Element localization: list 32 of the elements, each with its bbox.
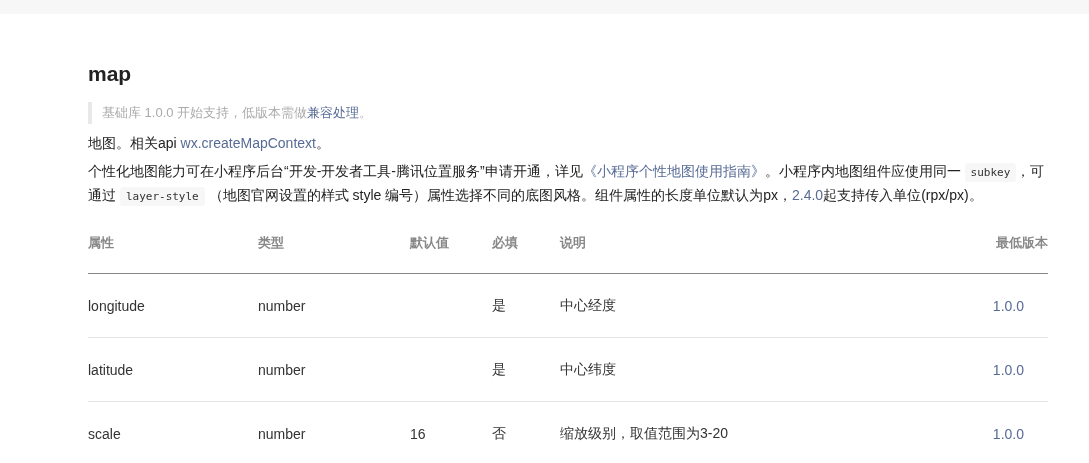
table-cell-text: 缩放级别，取值范围为3-20 <box>560 424 730 443</box>
column-header: 默认值 <box>410 234 450 252</box>
table-cell-text: number <box>258 425 307 442</box>
version-link[interactable]: 1.0.0 <box>992 425 1024 442</box>
inline-code: subkey <box>964 163 1017 182</box>
table-cell-text: 16 <box>410 425 427 442</box>
link[interactable]: 兼容处理 <box>307 105 360 120</box>
column-header: 最低版本 <box>996 234 1048 252</box>
link[interactable]: 2.4.0 <box>792 187 824 203</box>
column-header: 类型 <box>258 234 285 252</box>
link[interactable]: 《小程序个性地图使用指南》 <box>582 163 765 179</box>
link[interactable]: wx.createMapContext <box>180 135 316 151</box>
support-note: 基础库 1.0.0 开始支持，低版本需做兼容处理。 <box>88 102 1048 124</box>
table-cell-text: 否 <box>492 424 507 443</box>
page-title: map <box>88 61 133 87</box>
table-cell-text: 是 <box>492 360 507 379</box>
table-cell-text: longitude <box>88 297 146 314</box>
table-cell-text: 中心经度 <box>560 296 617 315</box>
table-cell-text: scale <box>88 425 122 442</box>
column-header: 说明 <box>560 234 587 252</box>
table-cell-text: 是 <box>492 296 507 315</box>
column-header: 必填 <box>492 234 519 252</box>
table-cell-text: 中心纬度 <box>560 360 617 379</box>
version-link[interactable]: 1.0.0 <box>992 361 1024 378</box>
inline-code: layer-style <box>119 187 205 206</box>
paragraph: 个性化地图能力可在小程序后台“开发-开发者工具-腾讯位置服务”申请开通，详见《小程序个性地图使用指南》。小程序内地图组件应使用同一 subkey ，可通过 layer-style （地图官网设置的样式 style 编号）属性选择不同的底图风格。组件属性的长度单位默认为px，2.4.0起支持传入单位(rpx/px)。 <box>88 160 1048 208</box>
version-link[interactable]: 1.0.0 <box>992 297 1024 314</box>
table-cell-text: number <box>258 297 307 314</box>
column-header: 属性 <box>88 234 115 252</box>
table-cell-text: latitude <box>88 361 135 378</box>
table-cell-text: number <box>258 361 307 378</box>
paragraph: 地图。相关api wx.createMapContext。 <box>88 134 331 153</box>
